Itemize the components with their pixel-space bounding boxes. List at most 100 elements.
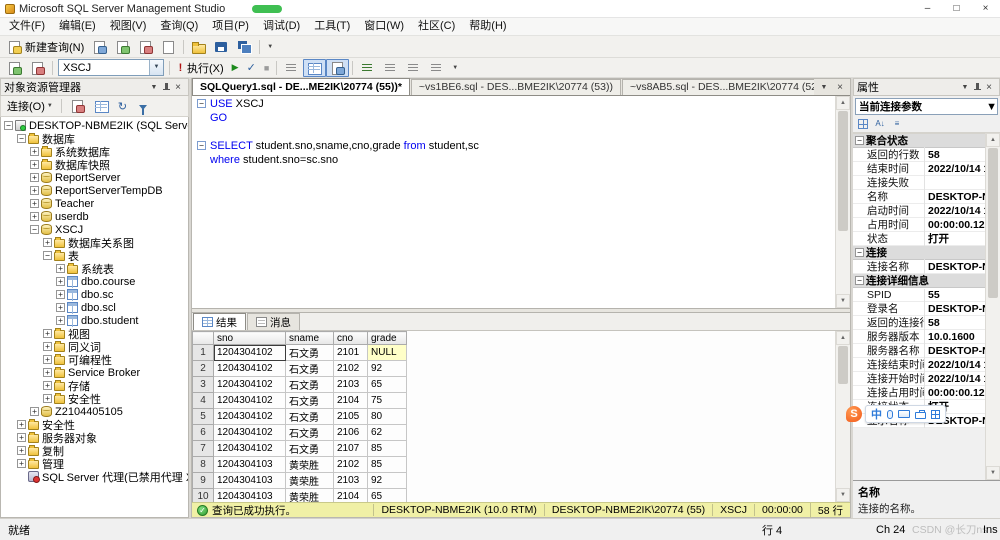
grid-row-header[interactable]: 10 (193, 489, 214, 503)
tree-item[interactable]: +dbo.sc (1, 288, 188, 301)
properties-vertical-scrollbar[interactable]: ▲ ▼ (985, 133, 1000, 480)
debug-button[interactable]: ▶ (228, 59, 243, 77)
property-category[interactable]: −聚合状态 (853, 134, 985, 148)
database-selector[interactable]: XSCJ ▼ (58, 59, 164, 76)
tree-expander[interactable]: + (30, 160, 39, 169)
grid-row-header[interactable]: 9 (193, 473, 214, 489)
scrollbar-track[interactable] (986, 147, 1000, 466)
properties-grid[interactable]: −聚合状态返回的行数58结束时间2022/10/14 11:26:3连接失败名称… (853, 133, 985, 480)
property-row[interactable]: 启动时间2022/10/14 11:26:3 (853, 204, 985, 218)
tree-item[interactable]: +Service Broker (1, 366, 188, 379)
scroll-up-arrow[interactable]: ▲ (836, 96, 850, 110)
document-tab[interactable]: ~vs8AB5.sql - DES...BME2IK\20774 (52)) (622, 79, 814, 95)
grid-cell[interactable]: 80 (368, 409, 407, 425)
grid-cell[interactable]: 1204304102 (214, 441, 286, 457)
tree-expander[interactable]: + (43, 329, 52, 338)
scrollbar-thumb[interactable] (838, 346, 848, 384)
tree-item[interactable]: +数据库关系图 (1, 236, 188, 249)
tab-results[interactable]: 结果 (193, 313, 246, 330)
grid-cell[interactable]: 2107 (334, 441, 368, 457)
results-to-text-button[interactable] (280, 59, 303, 77)
fold-marker[interactable]: − (197, 141, 206, 150)
ime-chinese-mode[interactable]: 中 (871, 406, 882, 422)
tree-expander[interactable]: + (43, 238, 52, 247)
scroll-down-arrow[interactable]: ▼ (836, 488, 850, 502)
refresh-button[interactable]: ↻ (114, 97, 131, 115)
xmla-query-button[interactable] (157, 38, 180, 56)
scroll-up-arrow[interactable]: ▲ (836, 331, 850, 345)
property-row[interactable]: 状态打开 (853, 232, 985, 246)
tree-item[interactable]: +系统数据库 (1, 145, 188, 158)
property-row[interactable]: 服务器名称DESKTOP-NBME2I (853, 344, 985, 358)
grid-cell[interactable]: 2103 (334, 473, 368, 489)
filter-button[interactable] (132, 97, 154, 115)
results-to-grid-button[interactable] (303, 59, 326, 77)
tree-expander[interactable]: + (30, 147, 39, 156)
scroll-up-arrow[interactable]: ▲ (986, 133, 1000, 147)
grid-cell[interactable]: 1204304102 (214, 393, 286, 409)
save-all-button[interactable] (233, 38, 256, 56)
grid-cell[interactable]: 1204304102 (214, 425, 286, 441)
tree-expander[interactable]: + (56, 303, 65, 312)
property-category[interactable]: −连接 (853, 246, 985, 260)
tree-expander[interactable]: + (30, 173, 39, 182)
tree-item[interactable]: +存储 (1, 379, 188, 392)
save-button[interactable] (210, 38, 233, 56)
property-row[interactable]: SPID55 (853, 288, 985, 302)
grid-cell[interactable]: NULL (368, 345, 407, 361)
results-grid[interactable]: snosnamecnograde11204304102石文勇2101NULL21… (192, 331, 835, 502)
chevron-down-icon[interactable]: ▼ (147, 81, 161, 94)
alphabetical-icon[interactable]: A↓ (873, 117, 887, 131)
menu-item[interactable]: 文件(F) (2, 18, 52, 35)
pin-icon[interactable] (972, 81, 982, 94)
grid-row-header[interactable]: 1 (193, 345, 214, 361)
tree-item[interactable]: +系统表 (1, 262, 188, 275)
menu-item[interactable]: 调试(D) (256, 18, 307, 35)
property-pages-icon[interactable]: ≡ (890, 117, 904, 131)
tree-item[interactable]: −数据库 (1, 132, 188, 145)
grid-cell[interactable]: 75 (368, 393, 407, 409)
scrollbar-track[interactable] (836, 110, 850, 294)
keyboard-icon[interactable] (898, 410, 910, 418)
close-button[interactable]: × (971, 0, 1000, 17)
menu-item[interactable]: 工具(T) (307, 18, 357, 35)
tree-expander[interactable]: + (17, 459, 26, 468)
tree-expander[interactable]: + (30, 212, 39, 221)
grid-row-header[interactable]: 7 (193, 441, 214, 457)
grid-column-header[interactable]: sno (214, 332, 286, 345)
tree-expander[interactable]: + (30, 186, 39, 195)
property-row[interactable]: 名称DESKTOP-NBME2I (853, 190, 985, 204)
fold-marker[interactable]: − (197, 99, 206, 108)
tree-expander[interactable]: + (56, 277, 65, 286)
sql-editor[interactable]: −USE XSCJGO−SELECT student.sno,sname,cno… (192, 96, 850, 308)
grid-cell[interactable]: 石文勇 (286, 361, 334, 377)
results-to-file-button[interactable] (326, 59, 349, 77)
tree-item[interactable]: +视图 (1, 327, 188, 340)
close-icon[interactable]: × (833, 81, 847, 94)
tree-item[interactable]: +Teacher (1, 197, 188, 210)
tree-item[interactable]: +userdb (1, 210, 188, 223)
menu-item[interactable]: 项目(P) (205, 18, 256, 35)
grid-column-header[interactable]: sname (286, 332, 334, 345)
disconnect-button[interactable] (66, 97, 89, 115)
grid-column-header[interactable]: grade (368, 332, 407, 345)
grid-corner[interactable] (193, 332, 214, 345)
connect-button[interactable]: 连接(O) ▼ (3, 98, 57, 115)
tree-item[interactable]: +dbo.scl (1, 301, 188, 314)
property-row[interactable]: 结束时间2022/10/14 11:26:3 (853, 162, 985, 176)
indent-button[interactable] (425, 59, 448, 77)
minimize-button[interactable]: – (913, 0, 942, 17)
tree-item[interactable]: +管理 (1, 457, 188, 470)
tree-expander[interactable]: − (17, 134, 26, 143)
connect-button-toolbar[interactable] (3, 59, 26, 77)
grid-cell[interactable]: 2104 (334, 489, 368, 503)
grid-cell[interactable]: 石文勇 (286, 441, 334, 457)
grid-cell[interactable]: 65 (368, 489, 407, 503)
grid-cell[interactable]: 1204304102 (214, 409, 286, 425)
tree-expander[interactable]: + (56, 290, 65, 299)
grid-cell[interactable]: 黄荣胜 (286, 489, 334, 503)
document-tab[interactable]: SQLQuery1.sql - DE...ME2IK\20774 (55))* (192, 78, 410, 95)
sogou-logo-icon[interactable]: S (846, 406, 862, 422)
grid-cell[interactable]: 黄荣胜 (286, 473, 334, 489)
grid-cell[interactable]: 石文勇 (286, 393, 334, 409)
